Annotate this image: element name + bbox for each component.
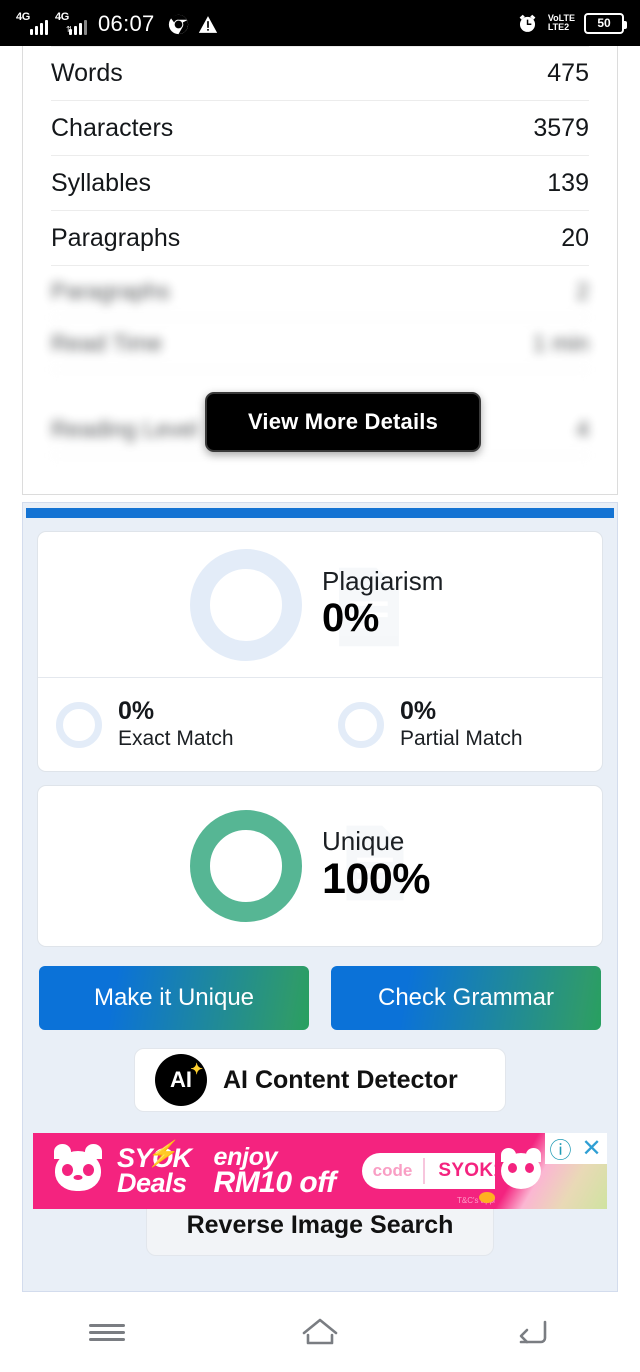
ad-offer-line1: enjoy xyxy=(213,1142,278,1171)
stat-label: Reading Level xyxy=(51,416,199,442)
stat-label: Paragraphs xyxy=(51,223,181,252)
partial-match-label: Partial Match xyxy=(400,726,523,750)
ad-offer-line2: RM10 off xyxy=(213,1165,337,1199)
plagiarism-label: Plagiarism xyxy=(322,565,444,596)
stat-value: 3579 xyxy=(533,113,589,142)
info-icon[interactable]: ⓘ xyxy=(545,1133,576,1164)
ad-brand: ⚡ SYOK Deals xyxy=(117,1140,192,1198)
exact-match-label: Exact Match xyxy=(118,726,234,750)
stat-label: Read Time xyxy=(51,330,163,356)
stat-value: 4 xyxy=(576,416,589,442)
stat-label: Syllables xyxy=(51,168,152,197)
status-bar: 4G 4G ⇅ 06:07 VoLTE LTE2 50 xyxy=(0,0,640,46)
panel-accent-bar xyxy=(26,508,614,518)
panda-eye-left xyxy=(508,1163,517,1173)
stat-label: Words xyxy=(51,59,123,87)
partial-match-value: 0% xyxy=(400,697,437,725)
signal-bars-1 xyxy=(30,20,48,35)
status-bar-clock: 06:07 xyxy=(98,11,155,36)
back-icon[interactable] xyxy=(501,1310,565,1354)
stat-label: Characters xyxy=(51,113,174,142)
table-row: Paragraphs 20 xyxy=(51,211,589,266)
plagiarism-gauge-area: Plagiarism 0% xyxy=(38,532,602,677)
plagiarism-value: 0% xyxy=(322,596,379,641)
battery-level: 50 xyxy=(597,16,611,30)
panda-mascot-icon xyxy=(501,1148,541,1189)
text-statistics-card: Words 475 Characters 3579 Syllables 139 … xyxy=(22,46,618,495)
view-more-details-button[interactable]: View More Details xyxy=(205,392,481,452)
advertisement-banner[interactable]: ⚡ SYOK Deals enjoy RM10 off code SYOK10 … xyxy=(33,1133,607,1209)
plagiarism-metric: Plagiarism 0% xyxy=(322,565,444,641)
table-row: Characters 3579 xyxy=(51,101,589,156)
status-bar-right: VoLTE LTE2 50 xyxy=(517,12,627,34)
panda-logo-icon xyxy=(54,1144,102,1191)
plagiarism-donut-chart xyxy=(190,548,302,661)
signal-indicator-2: 4G ⇅ xyxy=(55,11,87,35)
chrome-icon xyxy=(168,13,190,35)
table-row: Paragraphs 2 xyxy=(51,266,589,318)
status-bar-left: 4G 4G ⇅ 06:07 xyxy=(16,11,219,35)
unique-label: Unique xyxy=(322,825,405,856)
lte-label: LTE2 xyxy=(547,22,570,32)
exact-match-value: 0% xyxy=(118,697,155,725)
recents-glyph xyxy=(88,1320,125,1345)
unique-metric: Unique 100% xyxy=(322,825,430,905)
coin-icon xyxy=(479,1192,495,1203)
match-breakdown-row: 0% Exact Match 0% Partial Match xyxy=(38,678,602,771)
panda-eye-left xyxy=(62,1164,73,1176)
panda-nose xyxy=(73,1175,83,1180)
ai-content-detector-label: AI Content Detector xyxy=(223,1065,458,1094)
recents-icon[interactable] xyxy=(75,1310,139,1354)
ad-controls: ⓘ ✕ xyxy=(545,1133,607,1164)
stat-value: 2 xyxy=(576,278,589,304)
volte-indicator: VoLTE LTE2 xyxy=(547,13,575,32)
plagiarism-card: Plagiarism 0% 0% Exact Match 0% Partial … xyxy=(37,531,603,772)
lightning-bolt-icon: ⚡ xyxy=(146,1140,177,1169)
partial-match-donut-chart xyxy=(338,701,384,748)
android-navigation-bar xyxy=(0,1292,640,1372)
ai-content-detector-button[interactable]: AI ✦ AI Content Detector xyxy=(134,1048,506,1112)
sparkle-icon: ✦ xyxy=(190,1061,203,1078)
table-row: Read Time 1 min xyxy=(51,318,589,370)
unique-donut-chart xyxy=(190,810,302,922)
reverse-image-search-label: Reverse Image Search xyxy=(186,1210,454,1239)
stat-value: 1 min xyxy=(532,330,589,356)
stat-label: Paragraphs xyxy=(51,278,170,304)
partial-match-text: 0% Partial Match xyxy=(400,697,523,752)
close-icon[interactable]: ✕ xyxy=(576,1133,607,1164)
stat-value: 475 xyxy=(547,59,589,87)
check-grammar-button[interactable]: Check Grammar xyxy=(331,966,601,1030)
battery-indicator: 50 xyxy=(584,12,627,34)
alarm-clock-icon xyxy=(517,12,539,34)
stat-value: 139 xyxy=(547,168,589,197)
data-transfer-icon: ⇅ xyxy=(66,25,73,34)
promo-code-label: code xyxy=(372,1161,413,1180)
ad-offer-text: enjoy RM10 off xyxy=(213,1142,337,1199)
partial-match-metric: 0% Partial Match xyxy=(320,678,602,771)
signal-indicator-1: 4G xyxy=(16,11,48,35)
exact-match-text: 0% Exact Match xyxy=(118,697,234,752)
table-row: Syllables 139 xyxy=(51,156,589,211)
panda-eye-right xyxy=(83,1164,94,1176)
unique-gauge-area: Unique 100% xyxy=(38,786,602,946)
table-row: Words 475 xyxy=(51,46,589,101)
warning-triangle-icon xyxy=(197,13,219,35)
unique-card: Unique 100% xyxy=(37,785,603,947)
phone-screen: 4G 4G ⇅ 06:07 VoLTE LTE2 50 Words 475 Ch… xyxy=(0,0,640,1372)
panda-eye-right xyxy=(525,1163,534,1173)
home-icon[interactable] xyxy=(288,1310,352,1354)
network-type-2: 4G xyxy=(55,11,69,23)
unique-value: 100% xyxy=(322,854,430,903)
make-it-unique-button[interactable]: Make it Unique xyxy=(39,966,309,1030)
action-buttons-row: Make it Unique Check Grammar xyxy=(39,966,601,1030)
network-type-1: 4G xyxy=(16,11,30,23)
exact-match-metric: 0% Exact Match xyxy=(38,678,320,771)
stat-value: 20 xyxy=(561,223,589,252)
ai-badge-text: AI xyxy=(170,1067,192,1092)
ad-brand-line2: Deals xyxy=(117,1168,187,1198)
ai-badge-icon: AI ✦ xyxy=(155,1054,207,1106)
exact-match-donut-chart xyxy=(56,701,102,748)
